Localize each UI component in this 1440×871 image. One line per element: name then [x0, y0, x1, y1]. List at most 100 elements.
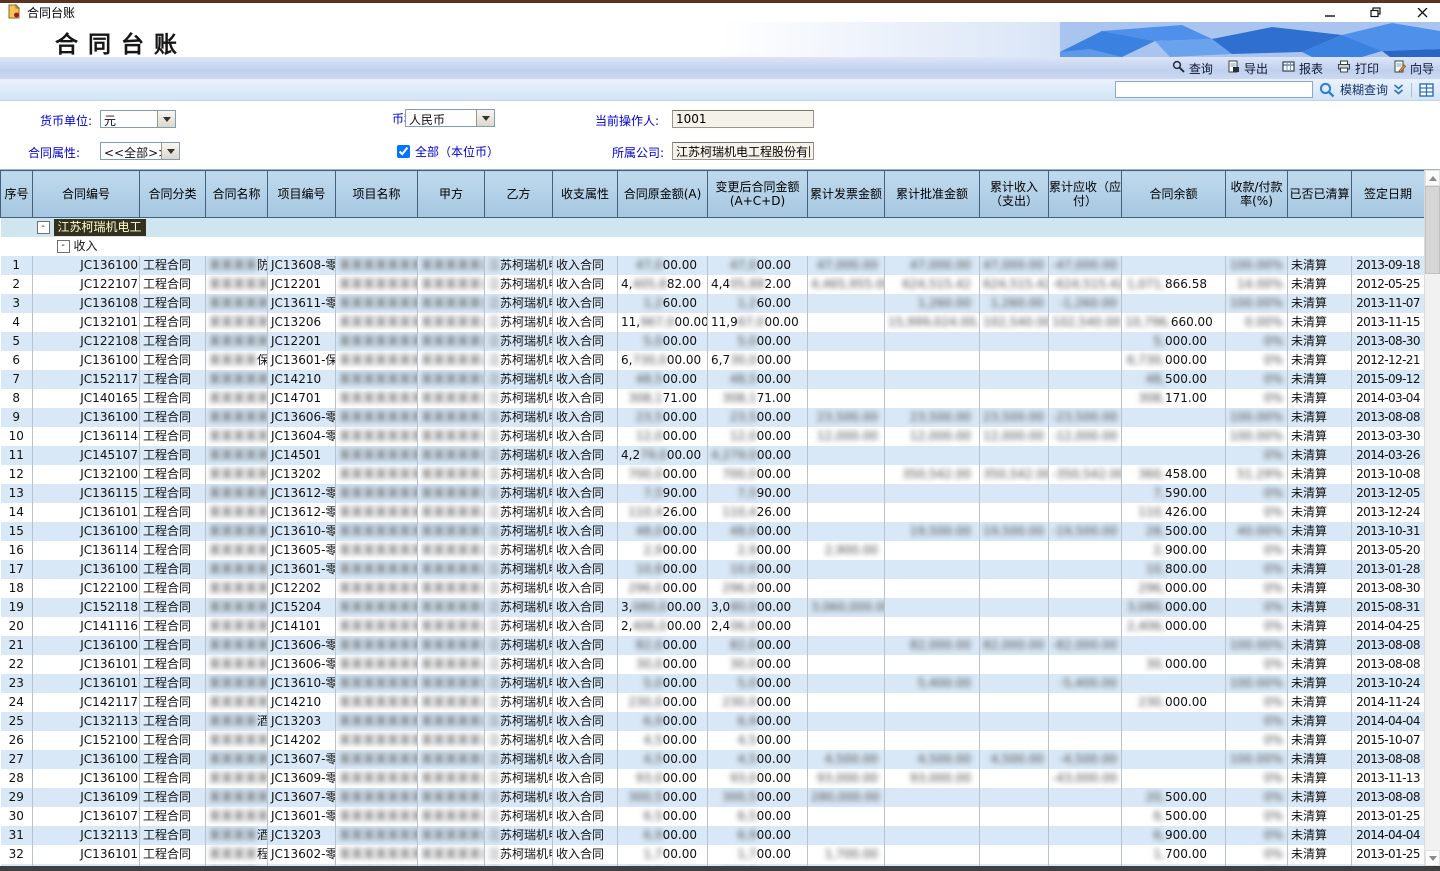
table-row[interactable]: 5JC122108工程合同某某某某某JC12201某某某某某某某工程某某某某某公… [1, 332, 1425, 351]
fuzzy-search-button[interactable]: 模糊查询 [1319, 81, 1404, 98]
export-toolbar-button[interactable]: 导出 [1227, 60, 1268, 77]
column-header[interactable]: 签定日期 [1352, 171, 1425, 218]
table-cell: 5,000.00 [1122, 332, 1226, 351]
collapse-toggle-icon[interactable]: - [37, 221, 50, 234]
column-header[interactable]: 变更后合同金额(A+C+D) [708, 171, 808, 218]
search-toolbar-button[interactable]: 查询 [1172, 60, 1213, 77]
table-row[interactable]: 30JC136107工程合同某某某某某JC13601-零某某某某某某某工程某某某… [1, 807, 1425, 826]
grid-view-button[interactable] [1419, 83, 1434, 97]
table-row[interactable]: 9JC136100工程合同某某某某某JC13606-零某某某某某某某工程某某某某… [1, 408, 1425, 427]
currency-select[interactable]: 人民币 [405, 109, 495, 127]
column-header[interactable]: 累计应收（应付） [1049, 171, 1122, 218]
column-header[interactable]: 甲方 [418, 171, 485, 218]
table-row[interactable]: 22JC136101工程合同某某某某某JC13606-零某某某某某某某工程某某某… [1, 655, 1425, 674]
table-row[interactable]: 28JC136100工程合同某某某某某JC13609-零某某某某某某某工程某某某… [1, 769, 1425, 788]
report-toolbar-button[interactable]: 报表 [1282, 60, 1323, 77]
table-row[interactable]: 1JC136100工程合同某某某某防JC13608-零某某某某某某某工程某某某某… [1, 256, 1425, 275]
table-cell: JC13611-零 [268, 294, 336, 313]
company-input[interactable] [672, 142, 814, 160]
table-row[interactable]: 4JC132101工程合同某某某某某JC13206某某某某某某某工程某某某某某公… [1, 313, 1425, 332]
table-row[interactable]: 17JC136100工程合同某某某某某JC13601-零某某某某某某某工程某某某… [1, 560, 1425, 579]
column-header[interactable]: 合同分类 [140, 171, 206, 218]
table-cell: 未清算 [1288, 560, 1352, 579]
column-header[interactable]: 项目编号 [268, 171, 336, 218]
table-cell: 收入合同 [553, 389, 618, 408]
table-cell: JC132101 [33, 313, 140, 332]
column-header[interactable]: 合同余额 [1122, 171, 1226, 218]
table-row[interactable]: 3JC136108工程合同某某某某某JC13611-零某某某某某某某工程某某某某… [1, 294, 1425, 313]
table-row[interactable]: 14JC136101工程合同某某某某某JC13612-零某某某某某某某工程某某某… [1, 503, 1425, 522]
column-header[interactable]: 序号 [1, 171, 33, 218]
table-cell: 12,000.00 [885, 427, 980, 446]
table-cell: 2013-11-15 [1352, 313, 1425, 332]
minimize-button[interactable] [1322, 6, 1338, 20]
table-row[interactable]: 18JC122100工程合同某某某某某JC12202某某某某某某某工程某某某某某… [1, 579, 1425, 598]
table-row[interactable]: 32JC136101工程合同某某某某程JC13602-零某某某某某某某工程某某某… [1, 845, 1425, 864]
table-row[interactable]: 19JC152118工程合同某某某某某JC15204某某某某某某某工程某某某某某… [1, 598, 1425, 617]
vertical-scrollbar[interactable] [1424, 170, 1440, 866]
checkbox-input[interactable] [397, 145, 410, 158]
table-row[interactable]: 15JC136100工程合同某某某某某JC13610-零某某某某某某某工程某某某… [1, 522, 1425, 541]
table-cell: 308,171.00 [1122, 389, 1226, 408]
table-row[interactable]: 26JC152100工程合同某某某某某JC14202某某某某某某某工程某某某某某… [1, 731, 1425, 750]
table-cell [980, 712, 1049, 731]
column-header[interactable]: 累计发票金额 [808, 171, 885, 218]
contract-attribute-select[interactable]: <<全部>> [100, 142, 180, 160]
column-header[interactable]: 收款/付款率(%) [1226, 171, 1288, 218]
collapse-toggle-icon[interactable]: - [57, 240, 70, 253]
column-header[interactable]: 收支属性 [553, 171, 618, 218]
group-row[interactable]: -江苏柯瑞机电工 [1, 218, 1425, 238]
table-row[interactable]: 29JC136109工程合同某某某某某JC13607-零某某某某某某某工程某某某… [1, 788, 1425, 807]
column-header[interactable]: 项目名称 [336, 171, 418, 218]
column-header[interactable]: 合同原金额(A) [618, 171, 708, 218]
operator-input[interactable] [672, 110, 814, 128]
table-row[interactable]: 6JC136100工程合同某某某某保JC13601-保某某某某某某某工程某某某某… [1, 351, 1425, 370]
table-cell: 未清算 [1288, 674, 1352, 693]
table-cell: 收入合同 [553, 560, 618, 579]
table-row[interactable]: 8JC140165工程合同某某某某某JC14701某某某某某某某工程某某某某某公… [1, 389, 1425, 408]
table-row[interactable]: 23JC136101工程合同某某某某某JC13610-零某某某某某某某工程某某某… [1, 674, 1425, 693]
table-cell [1049, 370, 1122, 389]
table-cell: 82,000.00 [885, 636, 980, 655]
scroll-up-button[interactable] [1425, 170, 1440, 186]
table-row[interactable]: 16JC136114工程合同某某某某某JC13605-零某某某某某某某工程某某某… [1, 541, 1425, 560]
table-cell: 某某某某某公司 [418, 370, 485, 389]
currency-unit-select[interactable]: 元 [100, 110, 176, 128]
table-cell: 93,000.00 [885, 769, 980, 788]
table-cell: 收入合同 [553, 541, 618, 560]
table-row[interactable]: 12JC132100工程合同某某某某某JC13202某某某某某某某工程某某某某某… [1, 465, 1425, 484]
table-row[interactable]: 21JC136100工程合同某某某某某JC13606-零某某某某某某某工程某某某… [1, 636, 1425, 655]
close-button[interactable] [1414, 6, 1430, 20]
restore-button[interactable] [1368, 6, 1384, 20]
table-row[interactable]: 25JC132113工程合同某某某某酒JC13203某某某某某某某工程某某某某某… [1, 712, 1425, 731]
scrollbar-thumb[interactable] [1425, 186, 1440, 274]
scroll-down-button[interactable] [1425, 850, 1440, 866]
table-row[interactable]: 27JC136100工程合同某某某某某JC13607-零某某某某某某某工程某某某… [1, 750, 1425, 769]
table-row[interactable]: 20JC141116工程合同某某某某某JC14101某某某某某某某工程某某某某某… [1, 617, 1425, 636]
group-row[interactable]: -收入 [1, 237, 1425, 256]
column-header[interactable]: 累计批准金额 [885, 171, 980, 218]
table-cell: 2012-05-25 [1352, 275, 1425, 294]
table-row[interactable]: 7JC152117工程合同某某某某某JC14210某某某某某某某工程某某某某某公… [1, 370, 1425, 389]
table-cell: 某某某某保 [206, 351, 268, 370]
table-row[interactable]: 10JC136114工程合同某某某某某JC13604-零某某某某某某某工程某某某… [1, 427, 1425, 446]
table-row[interactable]: 13JC136115工程合同某某某某某JC13612-零某某某某某某某工程某某某… [1, 484, 1425, 503]
column-header[interactable]: 累计收入（支出） [980, 171, 1049, 218]
column-header[interactable]: 乙方 [485, 171, 553, 218]
wizard-toolbar-button[interactable]: 向导 [1393, 60, 1434, 77]
table-row[interactable]: 24JC142117工程合同某某某某某JC14210某某某某某某某工程某某某某某… [1, 693, 1425, 712]
column-header[interactable]: 合同编号 [33, 171, 140, 218]
print-toolbar-button[interactable]: 打印 [1337, 60, 1379, 77]
table-row[interactable]: 31JC132113工程合同某某某某酒JC13203某某某某某某某工程某某某某某… [1, 826, 1425, 845]
table-cell: JC14210 [268, 693, 336, 712]
column-header[interactable]: 合同名称 [206, 171, 268, 218]
table-row[interactable]: 11JC145107工程合同某某某某某JC14501某某某某某某某工程某某某某某… [1, 446, 1425, 465]
table-cell: 某某某某某公司 [418, 731, 485, 750]
table-cell: 未清算 [1288, 693, 1352, 712]
table-row[interactable]: 2JC122107工程合同某某某某某JC12201某某某某某某某工程某某某某某公… [1, 275, 1425, 294]
table-cell: JC14210 [268, 370, 336, 389]
column-header[interactable]: 已否已清算 [1288, 171, 1352, 218]
search-input[interactable] [1115, 81, 1313, 98]
table-cell: 某某某某某 [206, 674, 268, 693]
all-base-currency-checkbox[interactable]: 全部（本位币） [397, 143, 499, 160]
